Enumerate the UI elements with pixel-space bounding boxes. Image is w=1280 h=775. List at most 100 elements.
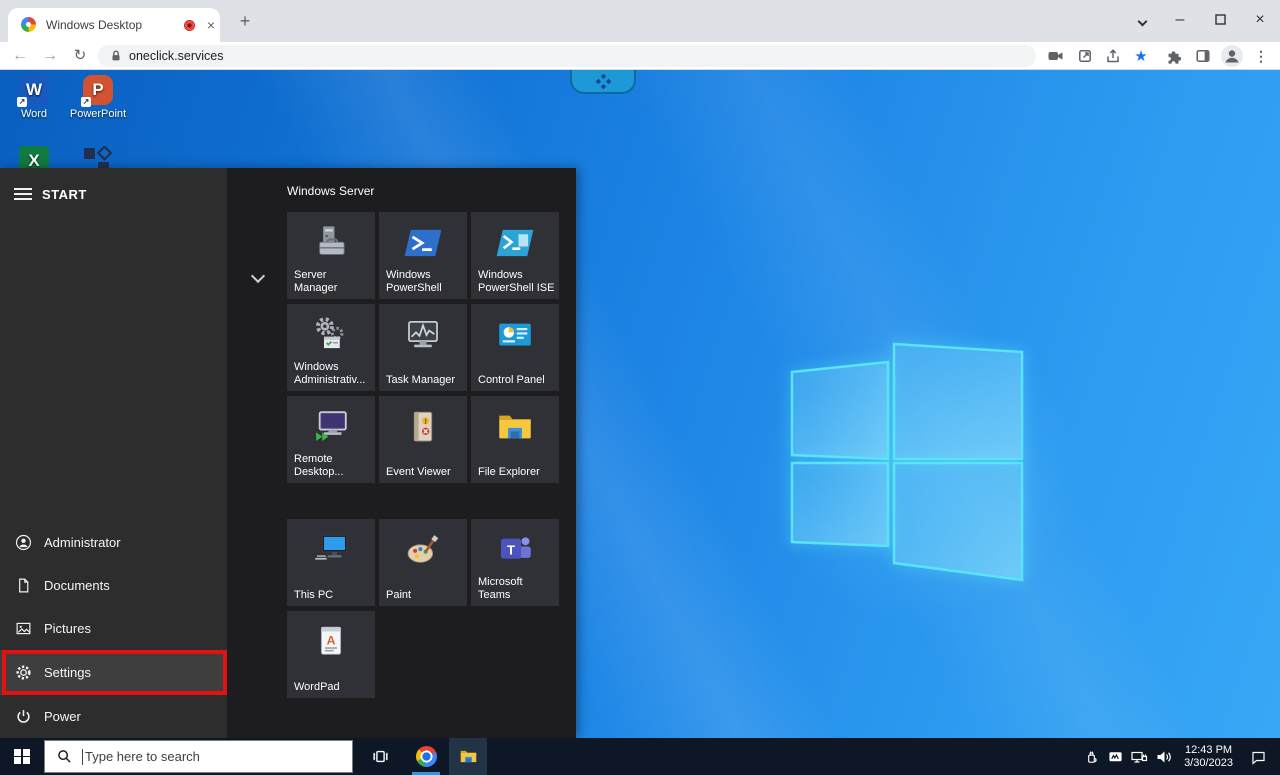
lock-icon bbox=[109, 49, 123, 63]
powershell-icon bbox=[402, 222, 444, 264]
teams-icon: T bbox=[494, 529, 536, 571]
wordpad-icon: A bbox=[310, 621, 352, 663]
browser-menu-icon[interactable]: ⋮ bbox=[1251, 46, 1271, 66]
shortcut-arrow-icon: ↗ bbox=[81, 97, 91, 107]
browser-window: Windows Desktop × + – × ← → ↻ oneclick.s… bbox=[0, 0, 1280, 775]
start-tile-panel: Windows Server Server Manager bbox=[227, 168, 576, 738]
site-favicon-icon bbox=[21, 17, 36, 32]
svg-text:T: T bbox=[507, 542, 515, 557]
tile-event-viewer[interactable]: Event Viewer bbox=[379, 396, 467, 483]
start-item-power[interactable]: Power bbox=[0, 695, 227, 738]
control-panel-icon bbox=[494, 314, 536, 356]
network-tray-icon[interactable] bbox=[1127, 738, 1151, 775]
tile-control-panel[interactable]: Control Panel bbox=[471, 304, 559, 391]
document-icon bbox=[15, 577, 32, 594]
tile-this-pc[interactable]: This PC bbox=[287, 519, 375, 606]
tile-windows-powershell[interactable]: Windows PowerShell bbox=[379, 212, 467, 299]
start-item-administrator[interactable]: Administrator bbox=[0, 521, 227, 564]
chrome-icon bbox=[416, 746, 437, 767]
bookmark-star-icon[interactable]: ★ bbox=[1131, 46, 1151, 66]
taskbar: 12:43 PM 3/30/2023 bbox=[0, 738, 1280, 775]
start-item-documents[interactable]: Documents bbox=[0, 564, 227, 607]
start-item-pictures[interactable]: Pictures bbox=[0, 607, 227, 650]
task-view-icon bbox=[371, 748, 390, 765]
shortcut-arrow-icon: ↗ bbox=[17, 97, 27, 107]
share-icon[interactable] bbox=[1103, 46, 1123, 66]
address-bar[interactable]: oneclick.services bbox=[98, 45, 1036, 67]
window-minimize-button[interactable]: – bbox=[1170, 10, 1190, 30]
collapse-chevron-icon[interactable] bbox=[251, 269, 265, 283]
taskbar-file-explorer-button[interactable] bbox=[449, 738, 487, 775]
admin-tools-icon bbox=[310, 314, 352, 356]
hamburger-menu-icon[interactable] bbox=[14, 188, 32, 202]
system-tray: 12:43 PM 3/30/2023 bbox=[1079, 738, 1280, 775]
powershell-ise-icon bbox=[494, 222, 536, 264]
desktop-shortcut-word[interactable]: W ↗ Word bbox=[2, 75, 66, 120]
taskbar-search[interactable] bbox=[44, 740, 353, 773]
task-view-button[interactable] bbox=[361, 738, 399, 775]
this-pc-icon bbox=[310, 529, 352, 571]
camera-icon[interactable] bbox=[1045, 46, 1065, 66]
tile-microsoft-teams[interactable]: T Microsoft Teams bbox=[471, 519, 559, 606]
start-item-settings[interactable]: Settings bbox=[0, 650, 227, 695]
start-button[interactable] bbox=[0, 738, 44, 775]
file-explorer-icon bbox=[458, 747, 479, 766]
recording-indicator-icon bbox=[184, 20, 195, 31]
browser-tab[interactable]: Windows Desktop × bbox=[8, 8, 220, 42]
touch-keyboard-tray-icon[interactable] bbox=[1103, 738, 1127, 775]
pictures-icon bbox=[15, 620, 32, 637]
clock-time: 12:43 PM bbox=[1184, 744, 1233, 757]
text-cursor bbox=[82, 749, 83, 765]
tile-task-manager[interactable]: Task Manager bbox=[379, 304, 467, 391]
tab-title: Windows Desktop bbox=[46, 8, 142, 42]
forward-button[interactable]: → bbox=[39, 42, 61, 70]
tab-close-icon[interactable]: × bbox=[202, 16, 220, 34]
browser-toolbar: ← → ↻ oneclick.services ★ ⋮ bbox=[0, 42, 1280, 70]
open-in-new-icon[interactable] bbox=[1075, 46, 1095, 66]
tile-wordpad[interactable]: A WordPad bbox=[287, 611, 375, 698]
taskbar-chrome-button[interactable] bbox=[407, 738, 445, 775]
server-manager-icon bbox=[310, 222, 352, 264]
profile-avatar[interactable] bbox=[1221, 45, 1243, 67]
oneclick-diamond-icon bbox=[595, 73, 612, 90]
shortcut-label: Word bbox=[2, 108, 66, 120]
tile-server-manager[interactable]: Server Manager bbox=[287, 212, 375, 299]
tile-file-explorer[interactable]: File Explorer bbox=[471, 396, 559, 483]
settings-gear-icon bbox=[15, 664, 32, 681]
file-explorer-icon bbox=[494, 406, 536, 448]
clock-date: 3/30/2023 bbox=[1184, 757, 1233, 770]
desktop-shortcut-powerpoint[interactable]: P ↗ PowerPoint bbox=[66, 75, 130, 120]
tile-windows-administrative-tools[interactable]: Windows Administrativ... bbox=[287, 304, 375, 391]
extensions-icon[interactable] bbox=[1163, 46, 1183, 66]
task-manager-icon bbox=[402, 314, 444, 356]
new-tab-button[interactable]: + bbox=[234, 10, 256, 32]
usb-tray-icon[interactable] bbox=[1079, 738, 1103, 775]
tab-strip: Windows Desktop × + – × bbox=[0, 0, 1280, 42]
search-icon bbox=[57, 749, 72, 764]
windows-logo-icon bbox=[14, 749, 30, 765]
remote-desktop: W ↗ Word P ↗ PowerPoint X ↗ bbox=[0, 70, 1280, 775]
windows-wallpaper-logo bbox=[790, 342, 1030, 591]
volume-tray-icon[interactable] bbox=[1151, 738, 1175, 775]
settings-highlight-box bbox=[2, 650, 227, 695]
svg-text:A: A bbox=[327, 634, 336, 648]
window-maximize-button[interactable] bbox=[1210, 10, 1230, 30]
remote-session-pull-tab[interactable] bbox=[570, 70, 636, 94]
remote-desktop-icon bbox=[310, 406, 352, 448]
taskbar-clock[interactable]: 12:43 PM 3/30/2023 bbox=[1184, 744, 1233, 770]
start-menu-rail: START Administrator bbox=[0, 168, 227, 738]
tab-search-chevron-icon[interactable] bbox=[1132, 10, 1152, 30]
url-text: oneclick.services bbox=[129, 45, 223, 67]
tile-paint[interactable]: Paint bbox=[379, 519, 467, 606]
back-button[interactable]: ← bbox=[9, 42, 31, 70]
tile-remote-desktop[interactable]: Remote Desktop... bbox=[287, 396, 375, 483]
search-input[interactable] bbox=[85, 749, 325, 764]
side-panel-icon[interactable] bbox=[1193, 46, 1213, 66]
tile-windows-powershell-ise[interactable]: Windows PowerShell ISE bbox=[471, 212, 559, 299]
user-icon bbox=[15, 534, 32, 551]
reload-button[interactable]: ↻ bbox=[69, 42, 91, 70]
word-icon: W ↗ bbox=[19, 75, 49, 105]
shortcut-label: PowerPoint bbox=[66, 108, 130, 120]
window-close-button[interactable]: × bbox=[1250, 10, 1270, 30]
action-center-icon[interactable] bbox=[1246, 738, 1270, 775]
